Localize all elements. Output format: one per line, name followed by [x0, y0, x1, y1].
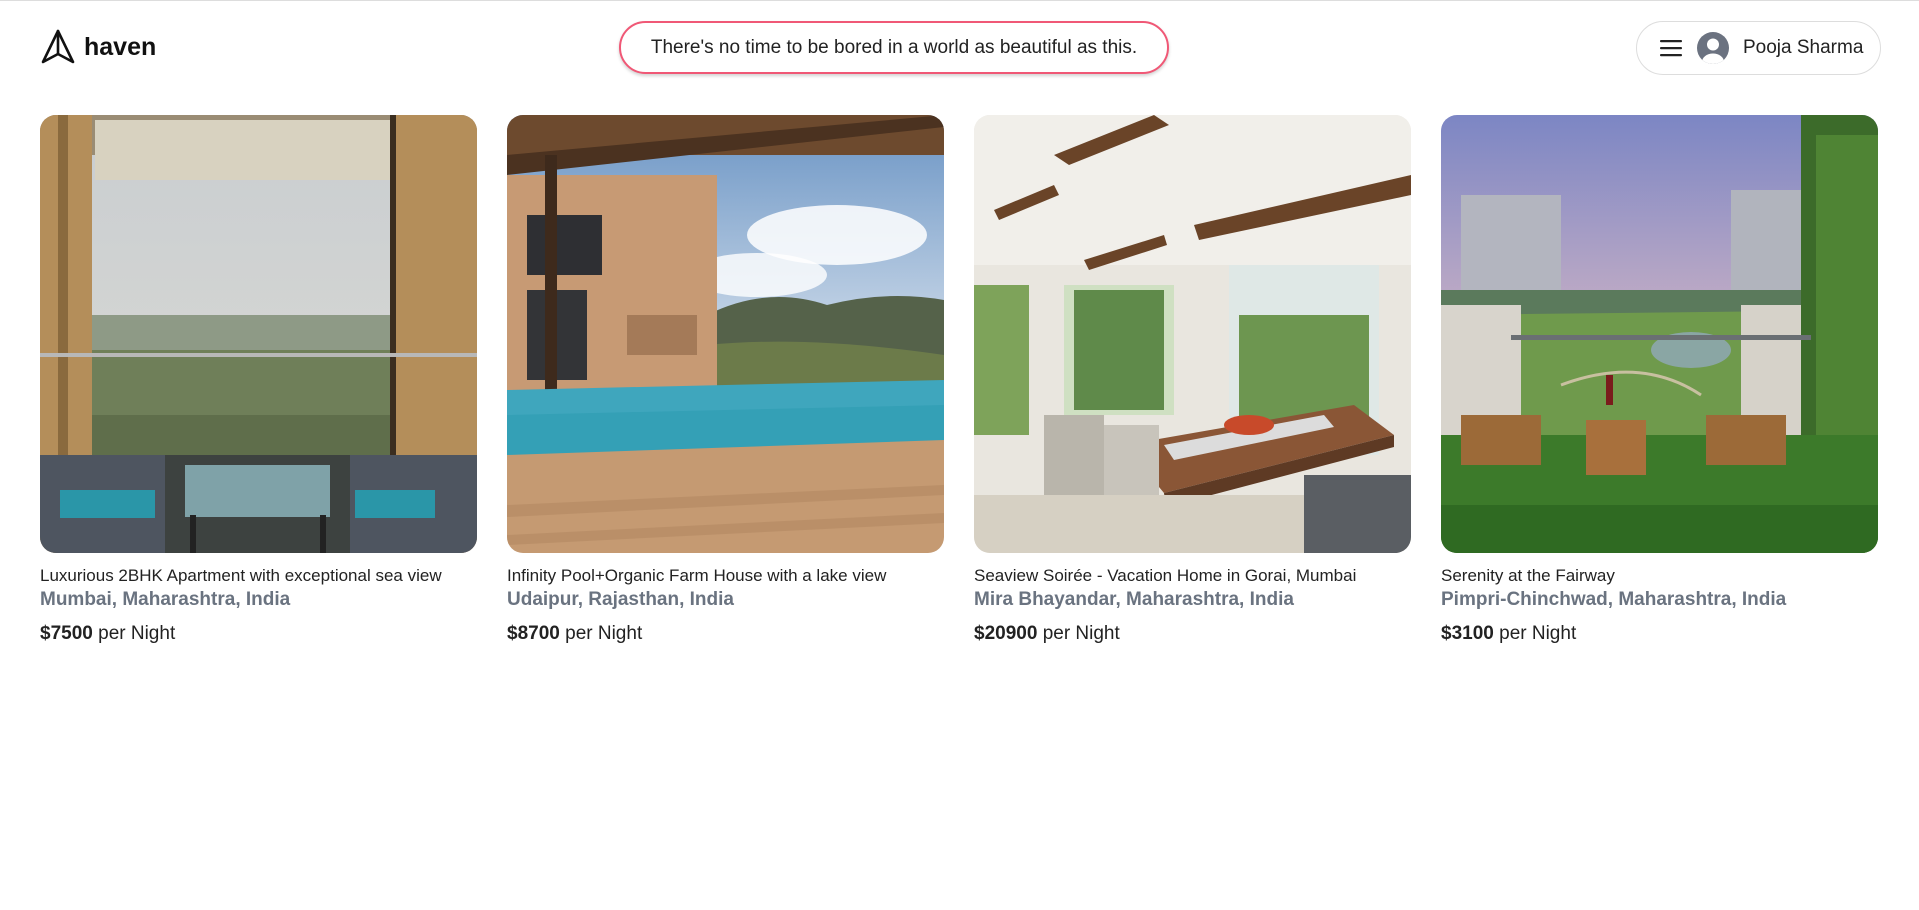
- fairway-photo-image: [1441, 115, 1878, 553]
- user-avatar-icon: [1697, 32, 1729, 64]
- hamburger-menu-icon: [1660, 40, 1682, 57]
- price-amount: $7500: [40, 623, 93, 644]
- user-name: Pooja Sharma: [1743, 37, 1864, 58]
- listing-card[interactable]: Luxurious 2BHK Apartment with exceptiona…: [40, 115, 477, 647]
- pool-photo-image: [507, 115, 944, 553]
- price-amount: $8700: [507, 623, 560, 644]
- listing-card[interactable]: Seaview Soirée - Vacation Home in Gorai,…: [974, 115, 1411, 647]
- listing-price: $7500 per Night: [40, 621, 477, 647]
- listing-location: Mira Bhayandar, Maharashtra, India: [974, 589, 1294, 610]
- listing-title[interactable]: Serenity at the Fairway: [1441, 565, 1878, 587]
- price-suffix: per Night: [1042, 623, 1120, 644]
- site-header: haven There's no time to be bored in a w…: [0, 0, 1919, 100]
- listing-title[interactable]: Luxurious 2BHK Apartment with exceptiona…: [40, 565, 477, 587]
- brand-logo[interactable]: haven: [40, 28, 156, 66]
- listing-title[interactable]: Seaview Soirée - Vacation Home in Gorai,…: [974, 565, 1411, 587]
- price-suffix: per Night: [565, 623, 643, 644]
- listing-price: $20900 per Night: [974, 621, 1411, 647]
- listing-photo[interactable]: [1441, 115, 1878, 553]
- listing-photo[interactable]: [40, 115, 477, 553]
- listing-photo[interactable]: [974, 115, 1411, 553]
- user-menu-button[interactable]: Pooja Sharma: [1636, 21, 1881, 75]
- listing-photo[interactable]: [507, 115, 944, 553]
- listings-grid: Luxurious 2BHK Apartment with exceptiona…: [40, 115, 1881, 647]
- paper-plane-icon: [41, 29, 75, 64]
- listing-location: Mumbai, Maharashtra, India: [40, 589, 291, 610]
- tagline-banner: There's no time to be bored in a world a…: [619, 21, 1169, 74]
- listing-price: $3100 per Night: [1441, 621, 1878, 647]
- price-amount: $20900: [974, 623, 1038, 644]
- dining-room-photo-image: [974, 115, 1411, 553]
- price-suffix: per Night: [98, 623, 176, 644]
- price-amount: $3100: [1441, 623, 1494, 644]
- listing-card[interactable]: Serenity at the Fairway Pimpri-Chinchwad…: [1441, 115, 1878, 647]
- brand-name: haven: [84, 32, 157, 61]
- price-suffix: per Night: [1499, 623, 1577, 644]
- balcony-photo-image: [40, 115, 477, 553]
- listing-location: Pimpri-Chinchwad, Maharashtra, India: [1441, 589, 1787, 610]
- listing-location: Udaipur, Rajasthan, India: [507, 589, 734, 610]
- listing-title[interactable]: Infinity Pool+Organic Farm House with a …: [507, 565, 944, 587]
- listing-card[interactable]: Infinity Pool+Organic Farm House with a …: [507, 115, 944, 647]
- listing-price: $8700 per Night: [507, 621, 944, 647]
